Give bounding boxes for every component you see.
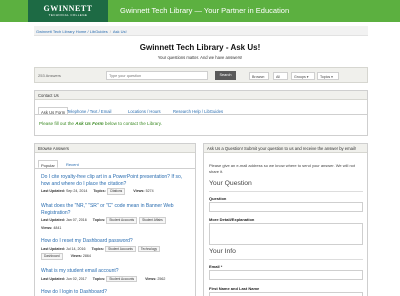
meta-label-views: Views: (145, 276, 157, 281)
contact-message-pre: Please fill out the (39, 121, 76, 126)
meta-label-updated: Last Updated: (41, 189, 65, 193)
faq-views: 2562 (157, 276, 166, 281)
site-header: GWINNETT TECHNICAL COLLEGE Gwinnett Tech… (0, 0, 400, 22)
faq-meta: Last Updated: Sep 24, 2014 Topics: Citati… (41, 188, 191, 195)
meta-label-views: Views: (70, 254, 82, 258)
topic-chip[interactable]: Student Accounts (106, 217, 138, 224)
faq-question-link[interactable]: How do I reset my Dashboard password? (41, 238, 191, 245)
meta-label-topics: Topics: (92, 276, 106, 281)
meta-label-topics: Topics: (92, 218, 106, 222)
topic-chip[interactable]: Citations (106, 188, 126, 195)
faq-meta: Last Updated: Jul 14, 2016 Topics: Studen… (41, 245, 191, 252)
faq-meta: Last Updated: Jun 02, 2017 Topics: Studen… (41, 275, 191, 282)
answer-count-label: 253 Answers (38, 73, 61, 78)
meta-label-views: Views: (41, 225, 53, 230)
college-logo[interactable]: GWINNETT TECHNICAL COLLEGE (28, 0, 108, 22)
meta-label-topics: Topics: (91, 246, 105, 251)
search-input[interactable] (106, 71, 208, 80)
contact-panel: Contact Us Ask Us Form Telephone / Text … (34, 90, 368, 136)
topic-chip[interactable]: Technology (137, 245, 161, 252)
search-bar: 253 Answers Search Browse: All Groups ▾ … (34, 67, 368, 83)
faq-item: How do I reset my Dashboard password? La… (41, 238, 191, 260)
logo-subtitle: TECHNICAL COLLEGE (48, 13, 88, 17)
breadcrumb-current[interactable]: Ask Us! (113, 29, 127, 34)
faq-question-link[interactable]: Do I cite royalty-free clip art in a Pow… (41, 174, 191, 187)
meta-label-updated: Last Updated: (41, 218, 65, 222)
browse-heading: Browse Answers (35, 144, 195, 153)
page-tagline: Your questions matter. And we have answe… (157, 55, 243, 60)
browse-all-button[interactable]: All (273, 72, 288, 80)
faq-date: Jan 07, 2016 (65, 218, 87, 222)
section-your-info: Your Info (209, 248, 236, 255)
faq-date: Jun 02, 2017 (65, 276, 87, 281)
faq-date: Jul 14, 2016 (65, 246, 86, 251)
tab-popular[interactable]: Popular (38, 160, 58, 168)
faq-views: 2864 (82, 254, 91, 258)
contact-heading: Contact Us (35, 91, 367, 100)
email-label: Email * (209, 264, 223, 269)
faq-item: How do I login to Dashboard? (41, 289, 191, 296)
ask-question-panel: Ask Us a Question! Submit your question … (203, 143, 368, 296)
faq-question-link[interactable]: What does the "NR," "SR" or "C" code mea… (41, 203, 191, 216)
breadcrumb-home-link[interactable]: Gwinnett Tech Library Home / LibGuides (36, 29, 108, 34)
details-textarea[interactable] (209, 223, 363, 245)
name-field[interactable] (209, 292, 363, 296)
contact-message: Please fill out the Ask Us Form below to… (39, 121, 162, 126)
meta-label-views: Views: (133, 189, 145, 193)
meta-label-updated: Last Updated: (41, 276, 65, 281)
tab-divider (35, 114, 367, 115)
question-label: Question (209, 196, 227, 201)
topic-chip[interactable]: Student Affairs (139, 217, 166, 224)
tab-recent[interactable]: Recent (64, 160, 81, 168)
faq-meta: Dashboard Views: 2864 (41, 253, 191, 260)
ask-note: Please give an e-mail address so we know… (209, 163, 355, 174)
browse-label: Browse: (249, 72, 269, 80)
topic-chip[interactable]: Student Accounts (106, 275, 138, 282)
topics-dropdown[interactable]: Topics ▾ (317, 72, 339, 80)
faq-question-link[interactable]: How do I login to Dashboard? (41, 289, 191, 296)
site-title: Gwinnett Tech Library — Your Partner in … (120, 6, 290, 15)
name-label: First Name and Last Name (209, 286, 260, 291)
meta-label-topics: Topics: (93, 189, 106, 193)
browse-tab-divider (35, 168, 195, 169)
section-your-question: Your Question (209, 180, 252, 187)
section-divider (209, 191, 363, 192)
email-field[interactable] (209, 270, 363, 280)
faq-views: 5274 (145, 189, 154, 193)
logo-wordmark: GWINNETT (43, 4, 93, 13)
meta-label-updated: Last Updated: (41, 246, 65, 251)
faq-item: What does the "NR," "SR" or "C" code mea… (41, 203, 191, 231)
question-input[interactable] (209, 202, 363, 212)
breadcrumb-separator: / (109, 29, 111, 34)
faq-meta: Last Updated: Jan 07, 2016 Topics: Studen… (41, 217, 191, 224)
faq-question-link[interactable]: What is my student email account? (41, 268, 191, 275)
browse-answers-panel: Browse Answers Popular Recent Do I cite … (34, 143, 196, 296)
section-divider (209, 259, 363, 260)
details-label: More Detail/Explanation (209, 217, 255, 222)
faq-item: Do I cite royalty-free clip art in a Pow… (41, 174, 191, 195)
topic-chip[interactable]: Dashboard (41, 253, 63, 260)
ask-heading: Ask Us a Question! Submit your question … (204, 144, 367, 153)
contact-message-link[interactable]: Ask Us Form (75, 121, 103, 126)
faq-meta: Views: 4841 (41, 225, 191, 231)
topic-chip[interactable]: Student Accounts (105, 245, 136, 252)
search-button[interactable]: Search (215, 71, 236, 80)
faq-views: 4841 (53, 225, 62, 230)
faq-item: What is my student email account? Last U… (41, 268, 191, 282)
breadcrumb: Gwinnett Tech Library Home / LibGuides / A… (34, 26, 368, 36)
faq-date: Sep 24, 2014 (65, 189, 88, 193)
contact-message-post: below to contact the Library. (103, 121, 162, 126)
groups-dropdown[interactable]: Groups ▾ (291, 72, 315, 80)
page-title: Gwinnett Tech Library - Ask Us! (139, 43, 261, 52)
